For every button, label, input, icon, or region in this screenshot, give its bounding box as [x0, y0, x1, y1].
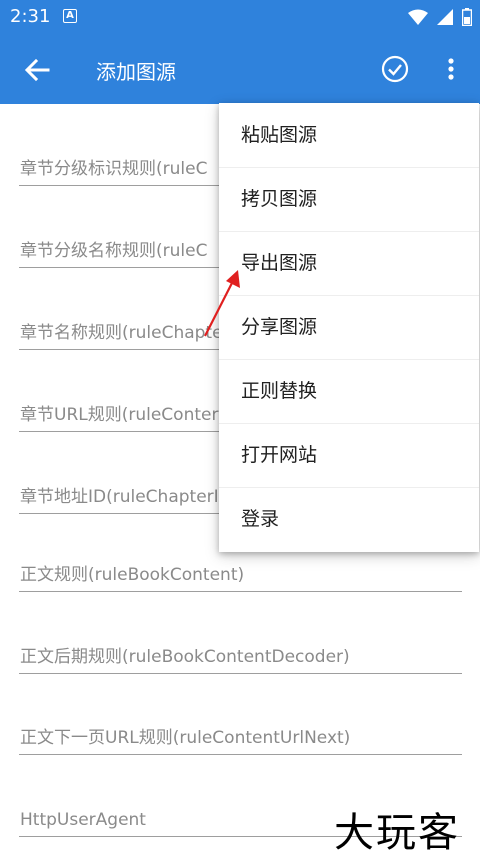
- arrow-left-icon[interactable]: [22, 55, 52, 85]
- wifi-icon: [408, 9, 428, 25]
- menu-item-regex-replace[interactable]: 正则替换: [219, 359, 479, 423]
- overflow-menu: 粘贴图源 拷贝图源 导出图源 分享图源 正则替换 打开网站 登录: [219, 103, 479, 552]
- field-label: 章节URL规则(ruleConter: [20, 405, 219, 425]
- field-label: HttpUserAgent: [20, 810, 146, 830]
- menu-item-share-source[interactable]: 分享图源: [219, 295, 479, 359]
- menu-item-paste-source[interactable]: 粘贴图源: [219, 103, 479, 167]
- status-time: 2:31: [10, 6, 51, 27]
- field-label: 章节地址ID(ruleChapterI: [20, 487, 219, 507]
- field-content-decoder[interactable]: 正文后期规则(ruleBookContentDecoder): [19, 640, 462, 674]
- menu-item-export-source[interactable]: 导出图源: [219, 231, 479, 295]
- watermark-logo: 大玩客: [334, 810, 460, 853]
- field-label: 正文下一页URL规则(ruleContentUrlNext): [20, 728, 351, 748]
- menu-item-open-website[interactable]: 打开网站: [219, 423, 479, 487]
- page-title: 添加图源: [96, 60, 176, 84]
- battery-icon: [462, 8, 472, 26]
- check-circle-icon[interactable]: [381, 55, 409, 83]
- notification-icon: A: [63, 9, 77, 23]
- status-bar: 2:31 A: [0, 0, 480, 34]
- app-bar: 添加图源: [0, 34, 480, 104]
- menu-item-copy-source[interactable]: 拷贝图源: [219, 167, 479, 231]
- field-label: 正文规则(ruleBookContent): [20, 565, 245, 585]
- more-vert-icon[interactable]: [436, 54, 466, 84]
- field-label: 正文后期规则(ruleBookContentDecoder): [20, 647, 350, 667]
- field-label: 章节分级名称规则(ruleC: [20, 241, 208, 261]
- status-icons: [408, 7, 472, 27]
- field-label: 章节分级标识规则(ruleC: [20, 159, 208, 179]
- field-book-content[interactable]: 正文规则(ruleBookContent): [19, 558, 462, 592]
- signal-icon: [437, 9, 453, 25]
- field-label: 章节名称规则(ruleChapte: [20, 323, 223, 343]
- menu-item-login[interactable]: 登录: [219, 487, 479, 551]
- field-content-url-next[interactable]: 正文下一页URL规则(ruleContentUrlNext): [19, 721, 462, 755]
